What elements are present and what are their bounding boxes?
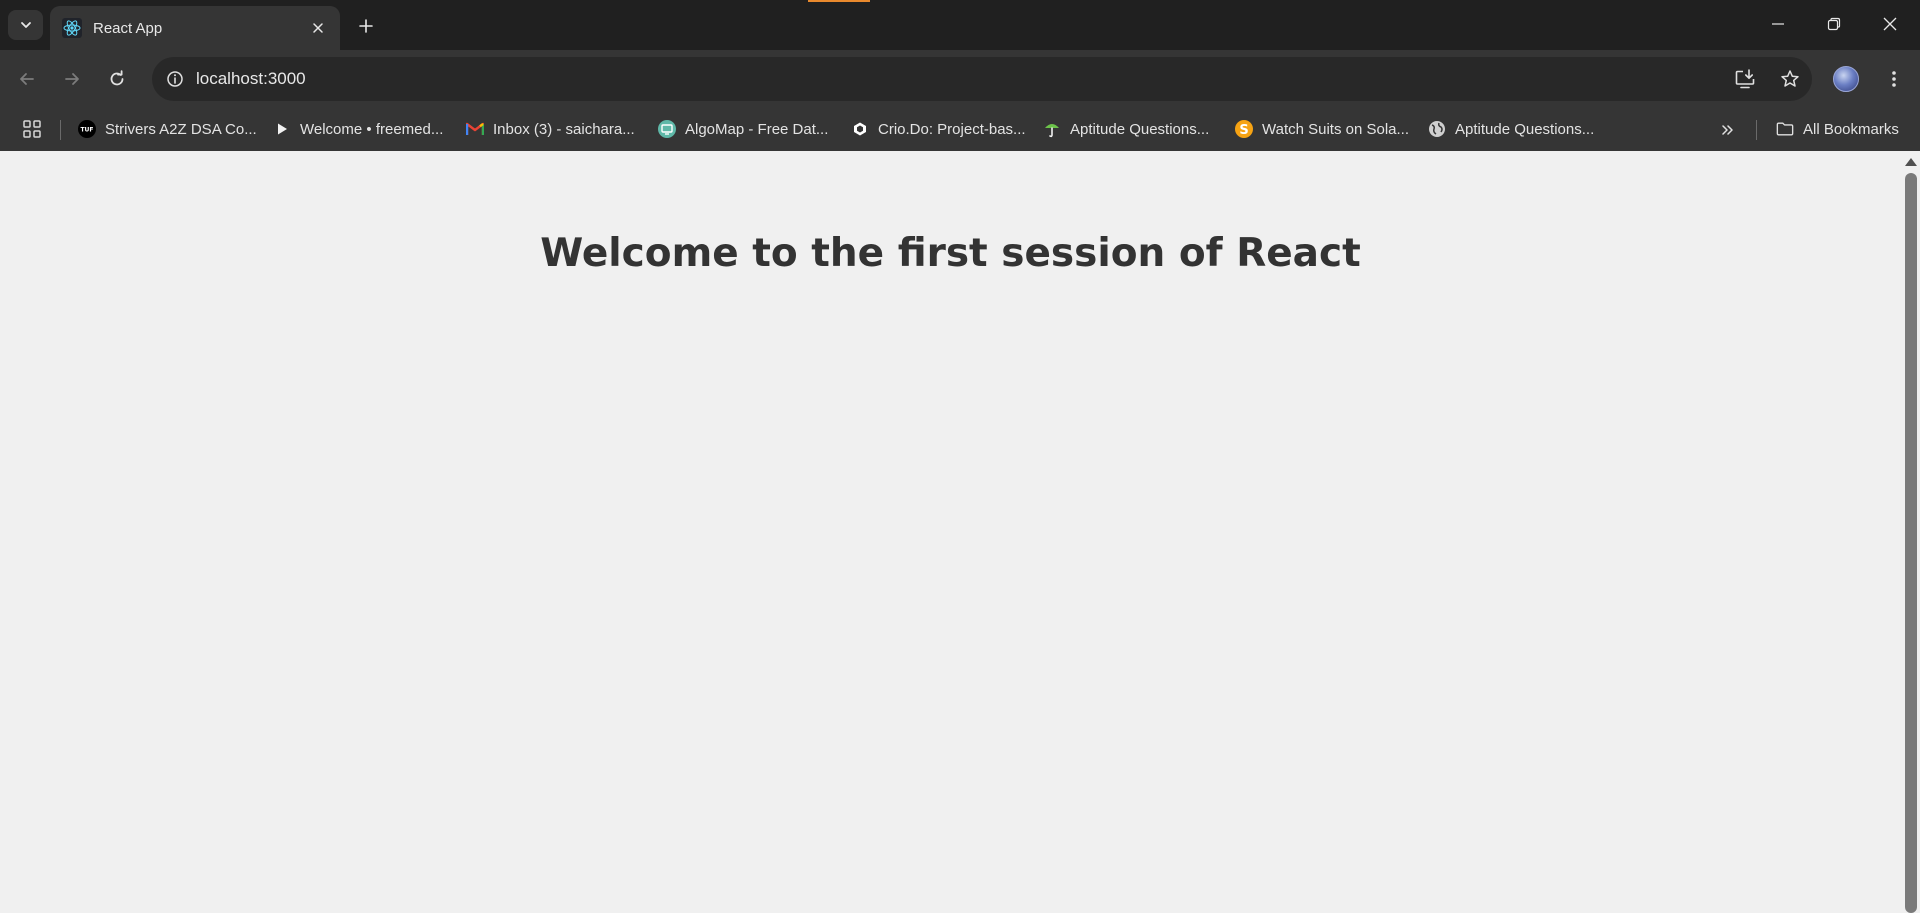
bookmark-algomap[interactable]: AlgoMap - Free Dat... [658, 114, 828, 144]
tuf-logo-icon: TUF [78, 120, 96, 138]
apps-grid-icon [23, 120, 41, 138]
bookmark-label: Crio.Do: Project-bas... [878, 120, 1026, 138]
minimize-button[interactable] [1750, 0, 1806, 48]
forward-button[interactable] [57, 64, 87, 94]
plus-icon [359, 19, 373, 33]
restore-button[interactable] [1806, 0, 1862, 48]
page-viewport: Welcome to the first session of React [0, 151, 1901, 908]
reload-icon [110, 70, 124, 86]
vertical-scrollbar[interactable] [1901, 151, 1920, 913]
bookmark-label: Aptitude Questions... [1070, 120, 1210, 138]
scrollbar-thumb[interactable] [1905, 173, 1917, 913]
tab-close-button[interactable] [308, 18, 328, 38]
browser-menu-button[interactable] [1880, 64, 1908, 94]
tab-title: React App [93, 19, 163, 37]
bookmark-gmail[interactable]: Inbox (3) - saichara... [466, 114, 635, 144]
bookmark-aptitude-indiabix[interactable]: Aptitude Questions... [1043, 114, 1209, 144]
restore-icon [1827, 17, 1841, 31]
tab-strip: React App [0, 0, 1920, 50]
folder-icon [1776, 120, 1794, 138]
profile-avatar[interactable] [1833, 66, 1859, 92]
site-info-button[interactable] [162, 66, 188, 92]
chevron-double-right-icon [1722, 125, 1733, 135]
chevron-down-icon [20, 22, 31, 28]
toolbar: localhost:3000 [0, 50, 1920, 108]
back-button[interactable] [12, 64, 42, 94]
solarmovie-icon: S [1235, 120, 1253, 138]
bookmark-solarmovie[interactable]: S Watch Suits on Sola... [1235, 114, 1409, 144]
gmail-icon [466, 120, 484, 138]
star-icon [1781, 70, 1799, 87]
close-icon [313, 23, 323, 33]
apps-button[interactable] [20, 117, 44, 141]
globe-icon [1428, 120, 1446, 138]
bookmark-label: Welcome • freemed... [300, 120, 444, 138]
kebab-menu-icon [1892, 71, 1896, 87]
svg-text:S: S [1239, 123, 1248, 138]
bookmark-label: Watch Suits on Sola... [1262, 120, 1410, 138]
bookmark-label: Inbox (3) - saichara... [493, 120, 635, 138]
url-text[interactable]: localhost:3000 [196, 57, 306, 101]
bookmarks-bar: TUF Strivers A2Z DSA Co... Welcome • fre… [0, 108, 1920, 151]
scroll-up-arrow-icon[interactable] [1905, 158, 1917, 166]
play-icon [273, 120, 291, 138]
bookmark-label: AlgoMap - Free Dat... [685, 120, 829, 138]
bookmark-strivers[interactable]: TUF Strivers A2Z DSA Co... [78, 114, 257, 144]
all-bookmarks-label: All Bookmarks [1803, 120, 1899, 138]
media-indicator [808, 0, 870, 2]
bookmarks-separator [1756, 120, 1757, 140]
bookmark-star-button[interactable] [1777, 66, 1803, 92]
install-app-button[interactable] [1732, 66, 1758, 92]
tab-react-app[interactable]: React App [50, 6, 340, 50]
reload-button[interactable] [102, 64, 132, 94]
address-bar[interactable]: localhost:3000 [152, 57, 1812, 101]
install-app-icon [1735, 69, 1755, 89]
bookmark-freemed[interactable]: Welcome • freemed... [273, 114, 443, 144]
window-close-button[interactable] [1862, 0, 1918, 48]
tab-search-button[interactable] [8, 10, 43, 40]
bookmark-aptitude-questions[interactable]: Aptitude Questions... [1428, 114, 1594, 144]
close-icon [1883, 17, 1897, 31]
bookmarks-overflow-button[interactable] [1716, 118, 1740, 142]
bookmark-label: Aptitude Questions... [1455, 120, 1595, 138]
arrow-right-icon [65, 73, 79, 85]
all-bookmarks-button[interactable]: All Bookmarks [1776, 114, 1899, 144]
minimize-icon [1772, 23, 1784, 25]
bookmark-label: Strivers A2Z DSA Co... [105, 120, 257, 138]
react-logo-icon [62, 18, 82, 38]
page-heading: Welcome to the first session of React [540, 231, 1361, 276]
indiabix-icon [1043, 120, 1061, 138]
algomap-icon [658, 120, 676, 138]
bookmark-crio[interactable]: Crio.Do: Project-bas... [851, 114, 1026, 144]
info-icon [167, 71, 183, 87]
bookmarks-separator [60, 120, 61, 140]
svg-text:TUF: TUF [80, 127, 93, 134]
arrow-left-icon [20, 73, 34, 85]
crio-icon [851, 120, 869, 138]
new-tab-button[interactable] [353, 13, 379, 39]
